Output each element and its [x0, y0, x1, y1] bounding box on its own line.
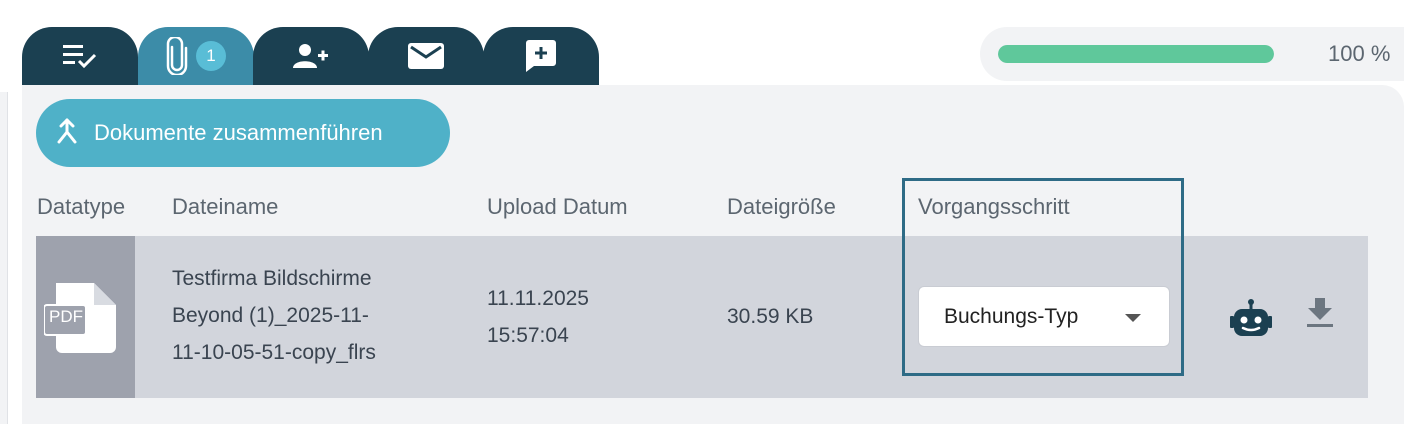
mail-icon [408, 43, 444, 69]
file-size: 30.59 KB [727, 305, 814, 328]
add-person-icon [293, 43, 329, 69]
tab-tasks[interactable] [22, 27, 138, 85]
upload-date: 11.11.2025 [487, 287, 589, 310]
step-select[interactable]: Buchungs-Typ [918, 286, 1170, 347]
column-header-filename[interactable]: Dateiname [172, 194, 278, 220]
column-header-upload-date[interactable]: Upload Datum [487, 194, 628, 220]
checklist-icon [63, 43, 97, 69]
paperclip-icon [166, 37, 188, 75]
chevron-down-icon [1125, 314, 1141, 322]
left-panel-edge [0, 92, 8, 424]
progress-bar-fill [998, 45, 1274, 63]
add-comment-icon [526, 40, 556, 72]
merge-arrow-icon [56, 118, 78, 149]
filename-line: 11-10-05-51-copy_flrs [172, 341, 376, 364]
progress-label: 100 % [1328, 41, 1391, 66]
column-header-datatype[interactable]: Datatype [37, 194, 125, 220]
merge-documents-label: Dokumente zusammenführen [94, 120, 383, 145]
tab-attachments[interactable]: 1 [138, 27, 254, 85]
step-select-value: Buchungs-Typ [944, 305, 1079, 328]
filename-line: Testfirma Bildschirme [172, 267, 372, 290]
filename-line: Beyond (1)_2025-11- [172, 304, 369, 327]
filename-cell: Testfirma Bildschirme Beyond (1)_2025-11… [172, 260, 376, 371]
tab-mail[interactable] [368, 27, 484, 85]
tab-comment[interactable] [483, 27, 599, 85]
robot-icon[interactable] [1230, 299, 1272, 342]
upload-date-cell: 11.11.2025 15:57:04 [487, 280, 589, 354]
tab-add-person[interactable] [253, 27, 369, 85]
pdf-type-label: PDF [49, 307, 83, 326]
column-header-size[interactable]: Dateigröße [727, 194, 836, 220]
upload-time: 15:57:04 [487, 324, 569, 347]
download-icon[interactable] [1307, 298, 1333, 333]
attachments-count-badge: 1 [196, 41, 226, 71]
datatype-cell: PDF [36, 236, 135, 398]
merge-documents-button[interactable]: Dokumente zusammenführen [36, 99, 450, 167]
progress-container: 100 % [980, 27, 1404, 81]
progress-bar [998, 45, 1274, 63]
